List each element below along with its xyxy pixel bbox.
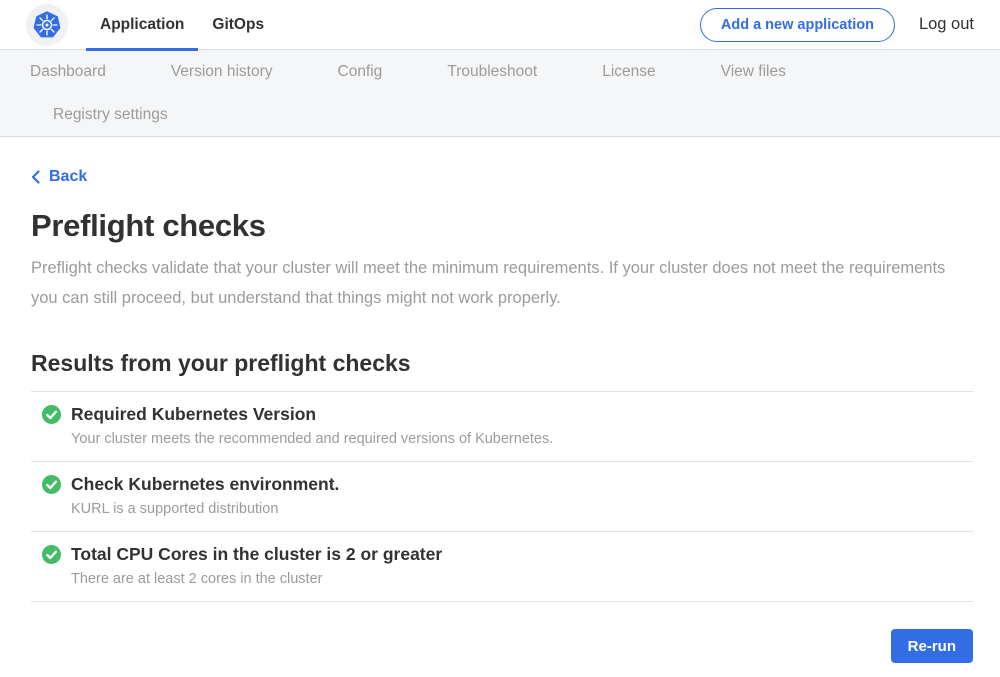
subnav-item-registry-settings[interactable]: Registry settings — [53, 106, 168, 124]
chevron-left-icon — [31, 170, 40, 184]
kubernetes-logo[interactable] — [26, 4, 68, 46]
subnav-item-dashboard[interactable]: Dashboard — [30, 63, 106, 81]
primary-tabs: Application GitOps — [86, 0, 278, 50]
page-title: Preflight checks — [31, 208, 973, 244]
tab-gitops-label: GitOps — [212, 16, 264, 34]
kubernetes-logo-icon — [32, 10, 62, 40]
subnav-item-config[interactable]: Config — [338, 63, 383, 81]
check-title: Check Kubernetes environment. — [71, 474, 339, 495]
footer-actions: Re-run — [31, 629, 973, 663]
subnav-item-view-files[interactable]: View files — [721, 63, 786, 81]
results-heading: Results from your preflight checks — [31, 350, 973, 377]
check-pass-icon — [42, 545, 61, 564]
top-nav: Application GitOps Add a new application… — [0, 0, 1000, 50]
back-link[interactable]: Back — [31, 168, 87, 186]
check-text: Required Kubernetes Version Your cluster… — [71, 404, 553, 449]
preflight-check-list: Required Kubernetes Version Your cluster… — [31, 391, 973, 602]
page-description: Preflight checks validate that your clus… — [31, 253, 951, 313]
check-title: Total CPU Cores in the cluster is 2 or g… — [71, 544, 442, 565]
subnav-row-1: Dashboard Version history Config Trouble… — [0, 50, 1000, 93]
app-subnav: Dashboard Version history Config Trouble… — [0, 50, 1000, 137]
check-row-kubernetes-environment: Check Kubernetes environment. KURL is a … — [31, 462, 973, 532]
check-text: Check Kubernetes environment. KURL is a … — [71, 474, 339, 519]
check-text: Total CPU Cores in the cluster is 2 or g… — [71, 544, 442, 589]
back-link-label: Back — [49, 168, 87, 186]
subnav-item-license[interactable]: License — [602, 63, 655, 81]
check-pass-icon — [42, 475, 61, 494]
add-new-application-button[interactable]: Add a new application — [700, 8, 895, 42]
subnav-item-troubleshoot[interactable]: Troubleshoot — [447, 63, 537, 81]
check-pass-icon — [42, 405, 61, 424]
logout-link[interactable]: Log out — [919, 15, 974, 34]
check-row-cpu-cores: Total CPU Cores in the cluster is 2 or g… — [31, 532, 973, 602]
subnav-row-2: Registry settings — [0, 93, 1000, 136]
check-title: Required Kubernetes Version — [71, 404, 553, 425]
check-detail: There are at least 2 cores in the cluste… — [71, 570, 442, 589]
check-detail: KURL is a supported distribution — [71, 500, 339, 519]
check-detail: Your cluster meets the recommended and r… — [71, 430, 553, 449]
tab-application[interactable]: Application — [86, 0, 198, 50]
rerun-button[interactable]: Re-run — [891, 629, 973, 663]
subnav-item-version-history[interactable]: Version history — [171, 63, 273, 81]
preflight-page: Back Preflight checks Preflight checks v… — [0, 137, 1000, 677]
active-tab-underline — [86, 48, 198, 51]
tab-gitops[interactable]: GitOps — [198, 0, 278, 50]
check-row-kubernetes-version: Required Kubernetes Version Your cluster… — [31, 392, 973, 462]
tab-application-label: Application — [100, 16, 184, 34]
